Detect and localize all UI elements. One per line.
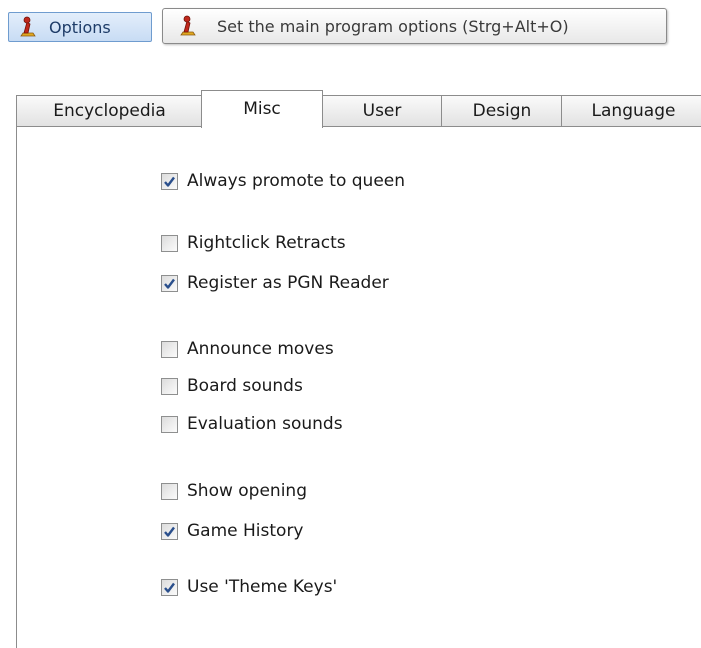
tab-encyclopedia[interactable]: Encyclopedia (16, 95, 203, 126)
checkbox[interactable] (161, 377, 178, 395)
tab-label: Encyclopedia (53, 101, 166, 121)
checkbox-use-theme-keys[interactable]: Use 'Theme Keys' (161, 577, 337, 597)
checkbox[interactable] (161, 522, 178, 540)
checkbox-register-as-pgn-reader[interactable]: Register as PGN Reader (161, 273, 389, 293)
tab-language[interactable]: Language (561, 95, 701, 126)
checkbox-game-history[interactable]: Game History (161, 521, 304, 541)
options-button-label: Options (49, 17, 111, 37)
tab-design[interactable]: Design (441, 95, 563, 126)
checkbox-label: Board sounds (187, 376, 303, 396)
checkbox[interactable] (161, 274, 178, 292)
checkbox-label: Rightclick Retracts (187, 233, 346, 253)
checkbox[interactable] (161, 578, 178, 596)
tab-label: Language (591, 101, 676, 121)
chess-piece-icon (15, 14, 41, 40)
checkbox-show-opening[interactable]: Show opening (161, 481, 307, 501)
checkbox-evaluation-sounds[interactable]: Evaluation sounds (161, 414, 343, 434)
tab-label: Misc (243, 99, 281, 119)
checkbox-label: Game History (187, 521, 304, 541)
checkmark-icon (164, 526, 175, 537)
checkmark-icon (164, 176, 175, 187)
tab-panel-border (16, 126, 701, 127)
checkbox[interactable] (161, 415, 178, 433)
checkmark-icon (164, 278, 175, 289)
checkbox[interactable] (161, 340, 178, 358)
checkbox[interactable] (161, 172, 178, 190)
options-tooltip: Set the main program options (Strg+Alt+O… (162, 8, 667, 44)
tab-user[interactable]: User (321, 95, 443, 126)
checkbox-rightclick-retracts[interactable]: Rightclick Retracts (161, 233, 346, 253)
tab-label: Design (472, 101, 532, 121)
checkbox-board-sounds[interactable]: Board sounds (161, 376, 303, 396)
checkbox-always-promote-to-queen[interactable]: Always promote to queen (161, 171, 405, 191)
tab-label: User (362, 101, 402, 121)
tooltip-text: Set the main program options (Strg+Alt+O… (217, 16, 569, 36)
checkbox-label: Announce moves (187, 339, 334, 359)
checkbox-label: Evaluation sounds (187, 414, 343, 434)
tab-panel-border (16, 126, 17, 648)
checkbox-announce-moves[interactable]: Announce moves (161, 339, 334, 359)
tab-misc[interactable]: Misc (201, 90, 323, 128)
checkbox[interactable] (161, 234, 178, 252)
checkmark-icon (164, 582, 175, 593)
options-button[interactable]: Options (8, 12, 152, 42)
chess-piece-icon (175, 13, 201, 39)
checkbox[interactable] (161, 482, 178, 500)
checkbox-label: Use 'Theme Keys' (187, 577, 338, 597)
checkbox-label: Always promote to queen (187, 171, 406, 191)
checkbox-label: Register as PGN Reader (187, 273, 389, 293)
checkbox-label: Show opening (187, 481, 307, 501)
